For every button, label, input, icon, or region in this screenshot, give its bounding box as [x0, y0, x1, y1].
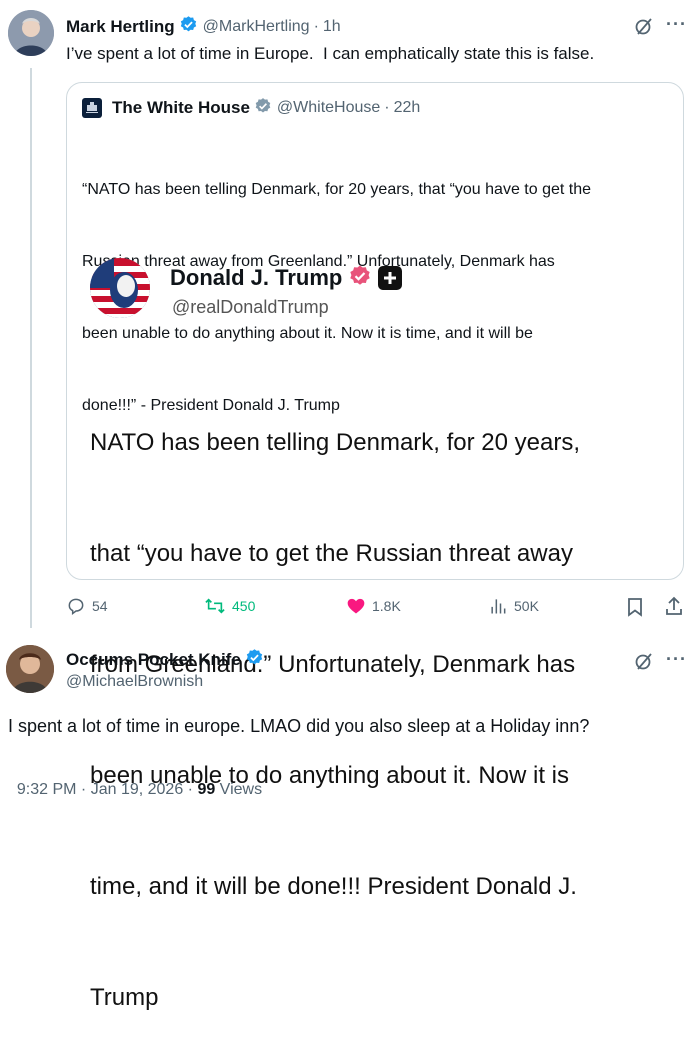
grok-icon[interactable] — [634, 651, 654, 676]
main-post-header: Mark Hertling @MarkHertling · 1h — [66, 15, 341, 39]
views-button[interactable]: 50K — [488, 596, 539, 616]
thread-connector-line — [30, 68, 32, 628]
views-count: 50K — [514, 598, 539, 614]
like-icon — [347, 598, 365, 614]
post-time[interactable]: 1h — [323, 18, 341, 36]
quoted-post-time[interactable]: 22h — [394, 99, 421, 117]
quoted-text-line: “NATO has been telling Denmark, for 20 y… — [82, 181, 592, 198]
verified-badge-icon — [179, 15, 198, 39]
reply-post-text: I spent a lot of time in europe. LMAO di… — [8, 716, 590, 736]
timestamp-text[interactable]: 9:32 PM · Jan 19, 2026 · — [17, 781, 198, 798]
embedded-text-line: time, and it will be done!!! President D… — [90, 873, 577, 900]
like-count: 1.8K — [372, 598, 401, 614]
quoted-author-handle[interactable]: @WhiteHouse — [277, 99, 380, 117]
views-label: Views — [215, 781, 263, 798]
plus-badge-icon — [378, 266, 403, 290]
reply-author-name[interactable]: Occums Pocket Knife — [66, 650, 241, 670]
post-timestamp: 9:32 PM · Jan 19, 2026 · 99 Views — [8, 763, 262, 799]
gray-verified-badge-icon — [254, 97, 272, 120]
white-house-logo[interactable] — [82, 98, 102, 118]
reply-author-handle[interactable]: @MichaelBrownish — [66, 673, 203, 691]
verified-badge-icon — [245, 648, 264, 672]
separator-dot: · — [313, 18, 319, 35]
embedded-text-line: that “you have to get the Russian threat… — [90, 540, 573, 567]
author-handle[interactable]: @MarkHertling — [203, 18, 310, 36]
reply-post-header: Occums Pocket Knife — [66, 648, 264, 672]
views-icon — [491, 599, 506, 614]
bookmark-icon[interactable] — [626, 597, 644, 622]
embedded-text-line: Trump — [90, 984, 159, 1011]
quoted-text-line: been unable to do anything about it. Now… — [82, 325, 533, 342]
main-post-text: I’ve spent a lot of time in Europe. I ca… — [66, 44, 595, 63]
author-name[interactable]: Mark Hertling — [66, 17, 175, 37]
more-icon[interactable]: ··· — [666, 14, 687, 35]
reply-count: 54 — [92, 598, 108, 614]
embedded-text-line: NATO has been telling Denmark, for 20 ye… — [90, 429, 581, 456]
embedded-post-header: Donald J. Trump — [170, 263, 403, 293]
like-button[interactable]: 1.8K — [346, 596, 401, 616]
embedded-post-text: NATO has been telling Denmark, for 20 ye… — [90, 350, 580, 1053]
reply-icon — [68, 598, 84, 615]
repost-count: 450 — [232, 598, 256, 614]
embedded-author-handle: @realDonaldTrump — [172, 297, 329, 317]
quoted-author-name[interactable]: The White House — [112, 98, 250, 118]
repost-button[interactable]: 450 — [204, 596, 255, 616]
avatar-donald-trump — [90, 258, 150, 318]
quoted-separator-dot: · — [384, 99, 390, 116]
avatar-mark-hertling[interactable] — [8, 10, 54, 56]
repost-icon — [205, 598, 225, 614]
avatar-occums-pocket-knife[interactable] — [6, 645, 54, 693]
quoted-post-header: The White House @WhiteHouse · 22h — [112, 97, 420, 119]
reply-button[interactable]: 54 — [66, 596, 108, 616]
embedded-author-name: Donald J. Trump — [170, 265, 343, 290]
more-icon[interactable]: ··· — [666, 649, 687, 670]
share-icon[interactable] — [664, 596, 684, 621]
views-number: 99 — [197, 781, 216, 798]
grok-icon[interactable] — [634, 16, 654, 41]
embedded-verified-badge-icon — [348, 264, 372, 293]
